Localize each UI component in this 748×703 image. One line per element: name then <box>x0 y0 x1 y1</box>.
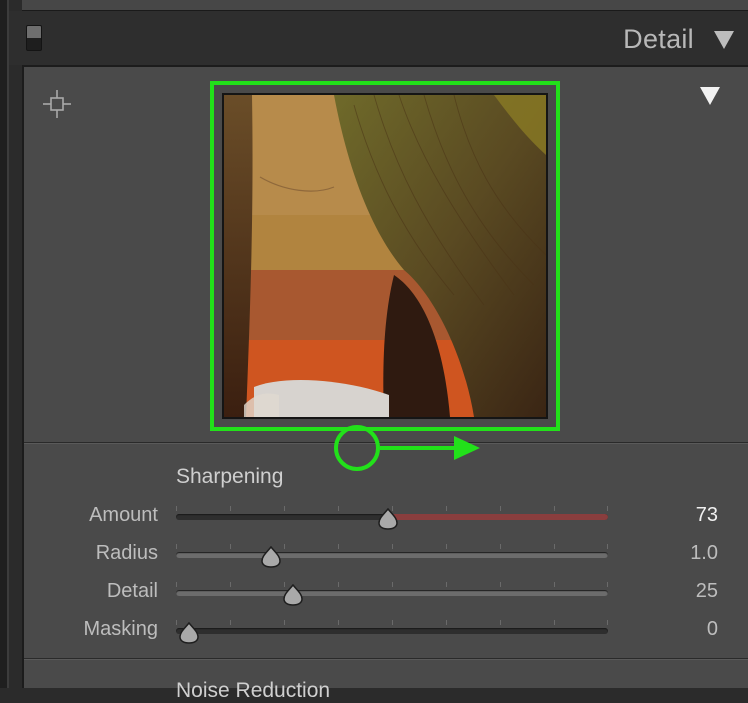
masking-slider-track[interactable] <box>176 620 608 644</box>
slider-tick <box>554 544 555 549</box>
slider-tick <box>500 506 501 511</box>
slider-tick <box>176 582 177 587</box>
noise-reduction-heading: Noise Reduction <box>176 679 331 702</box>
masking-value[interactable]: 0 <box>707 618 718 641</box>
slider-tick <box>338 506 339 511</box>
slider-tick <box>230 544 231 549</box>
detail-panel-body: Sharpening Amount 73 Radius 1.0 Detail 2… <box>22 65 748 702</box>
slider-tick <box>554 620 555 625</box>
collapse-triangle-icon[interactable] <box>714 31 734 49</box>
slider-tick <box>446 506 447 511</box>
radius-slider-thumb-icon[interactable] <box>259 546 283 568</box>
amount-slider-track[interactable] <box>176 506 608 530</box>
preview-highlight-frame <box>210 81 560 431</box>
slider-tick <box>392 544 393 549</box>
detail-preview-image[interactable] <box>222 93 548 419</box>
masking-slider-thumb-icon[interactable] <box>177 622 201 644</box>
detail-slider-track[interactable] <box>176 582 608 606</box>
slider-tick <box>554 506 555 511</box>
slider-tick <box>446 582 447 587</box>
detail-panel-header[interactable]: Detail <box>9 11 748 65</box>
amount-slider-thumb-icon[interactable] <box>376 508 400 530</box>
amount-slider-row: Amount 73 <box>24 501 748 531</box>
panel-title: Detail <box>623 24 694 54</box>
crosshair-target-icon[interactable] <box>42 89 72 119</box>
slider-tick <box>338 582 339 587</box>
slider-tick <box>284 506 285 511</box>
section-divider <box>24 658 748 660</box>
amount-label: Amount <box>89 504 158 526</box>
drag-right-arrow-icon <box>380 436 480 460</box>
radius-slider-track[interactable] <box>176 544 608 568</box>
slider-tick <box>230 506 231 511</box>
slider-tick <box>230 582 231 587</box>
preview-section <box>24 67 748 442</box>
slider-tick <box>500 620 501 625</box>
radius-slider-row: Radius 1.0 <box>24 539 748 569</box>
slider-tick <box>230 620 231 625</box>
masking-label: Masking <box>83 618 158 640</box>
slider-tick <box>607 544 608 549</box>
detail-slider-thumb-icon[interactable] <box>281 584 305 606</box>
slider-tick <box>338 544 339 549</box>
amount-active-fill <box>388 514 608 520</box>
slider-tick <box>338 620 339 625</box>
slider-tick <box>284 544 285 549</box>
slider-tick <box>607 582 608 587</box>
amount-thumb-highlight-ring <box>334 425 380 471</box>
detail-slider-row: Detail 25 <box>24 577 748 607</box>
slider-tick <box>446 620 447 625</box>
slider-tick <box>392 620 393 625</box>
slider-tick <box>500 544 501 549</box>
slider-tick <box>284 620 285 625</box>
sharpening-heading: Sharpening <box>176 465 284 488</box>
slider-tick <box>392 582 393 587</box>
detail-value[interactable]: 25 <box>696 580 718 603</box>
panel-switch-icon[interactable] <box>26 25 42 51</box>
slider-tick <box>446 544 447 549</box>
slider-tick <box>500 582 501 587</box>
slider-tick <box>176 506 177 511</box>
preview-toggle-triangle-icon[interactable] <box>700 87 720 105</box>
slider-tick <box>607 506 608 511</box>
masking-slider-row: Masking 0 <box>24 615 748 645</box>
radius-value[interactable]: 1.0 <box>690 542 718 565</box>
radius-label: Radius <box>95 542 158 564</box>
amount-value[interactable]: 73 <box>696 504 718 527</box>
slider-tick <box>176 544 177 549</box>
detail-label: Detail <box>106 580 158 602</box>
previous-panel-edge <box>22 0 748 11</box>
slider-tick <box>607 620 608 625</box>
left-panel-edge <box>0 0 9 688</box>
slider-tick <box>554 582 555 587</box>
